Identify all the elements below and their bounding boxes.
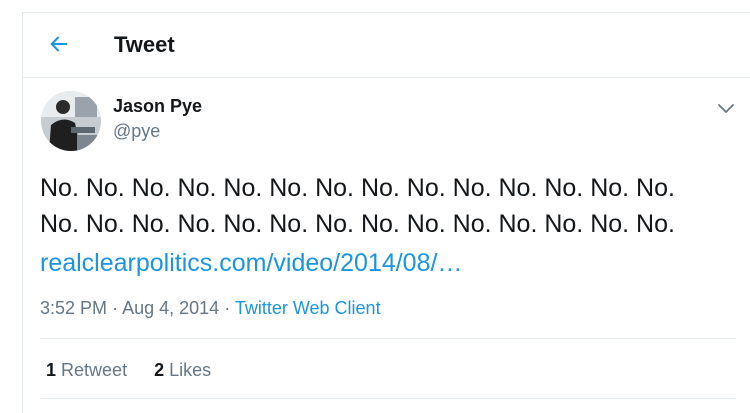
tweet-text: No. No. No. No. No. No. No. No. No. No. …	[40, 170, 730, 242]
retweets-stat[interactable]: 1 Retweet	[46, 360, 127, 380]
page-title: Tweet	[114, 32, 175, 57]
tweet-source[interactable]: Twitter Web Client	[235, 298, 381, 318]
page-header: Tweet	[22, 12, 750, 78]
author-name[interactable]: Jason Pye	[113, 96, 202, 117]
tweet-text-line: No. No. No. No. No. No. No. No. No. No. …	[40, 210, 675, 238]
back-arrow-icon[interactable]	[48, 33, 70, 55]
like-count: 2	[154, 360, 165, 380]
tweet-meta: 3:52 PM · Aug 4, 2014 · Twitter Web Clie…	[40, 298, 381, 319]
tweet-text-line: No. No. No. No. No. No. No. No. No. No. …	[40, 174, 675, 202]
tweet-stats: 1 Retweet 2 Likes	[46, 360, 211, 381]
retweet-label: Retweet	[61, 360, 128, 380]
tweet-time: 3:52 PM	[40, 298, 108, 318]
author-handle[interactable]: @pye	[113, 121, 160, 142]
avatar[interactable]	[41, 91, 101, 151]
chevron-down-icon[interactable]	[716, 98, 736, 118]
tweet-link[interactable]: realclearpolitics.com/video/2014/08/…	[40, 245, 462, 281]
tweet-date[interactable]: Aug 4, 2014	[122, 298, 219, 318]
like-label: Likes	[169, 360, 212, 380]
retweet-count: 1	[46, 360, 57, 380]
meta-separator: ·	[112, 298, 123, 318]
divider	[40, 398, 736, 399]
likes-stat[interactable]: 2 Likes	[154, 360, 211, 380]
meta-separator: ·	[224, 298, 235, 318]
divider	[40, 338, 736, 339]
